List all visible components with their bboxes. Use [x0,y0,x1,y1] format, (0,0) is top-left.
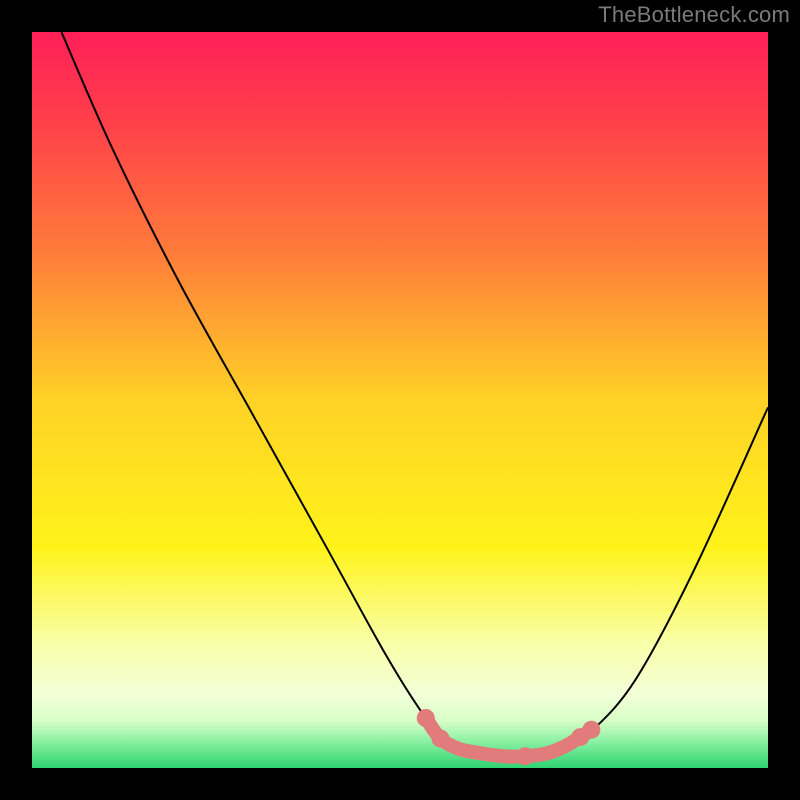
bottleneck-chart [32,32,768,768]
optimal-zone-dot [516,747,534,765]
chart-plot-area [32,32,768,768]
optimal-zone-dot [417,709,435,727]
optimal-zone-dot [582,721,600,739]
watermark-label: TheBottleneck.com [598,2,790,28]
gradient-background [32,32,768,768]
optimal-zone-dot [431,730,449,748]
